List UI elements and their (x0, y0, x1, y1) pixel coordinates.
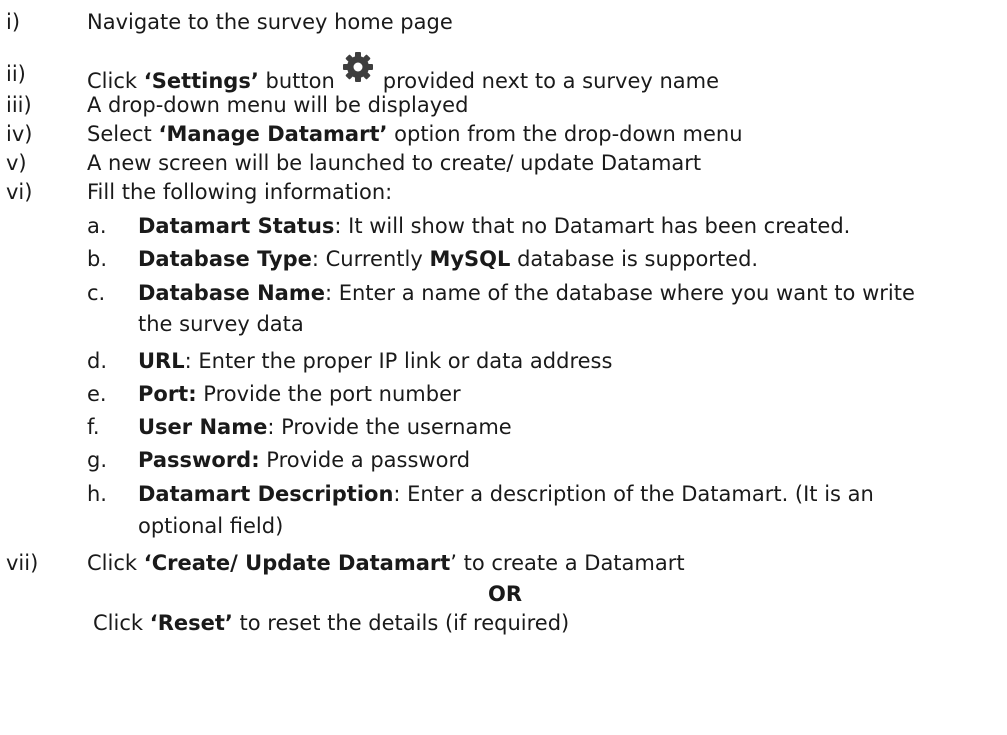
field-label: Database Type (138, 247, 312, 271)
field-desc: : Enter a name of the database where you… (324, 281, 915, 305)
field-text: Database Type: Currently MySQL database … (138, 245, 758, 273)
field-desc: Provide the port number (196, 382, 461, 406)
step-text-pre: Select (87, 122, 159, 146)
field-text: Database Name: Enter a name of the datab… (138, 279, 915, 307)
step-text-post: ’ to create a Datamart (450, 551, 685, 575)
field-label: URL (138, 349, 185, 373)
step-number: vii) (6, 551, 39, 575)
step-text-post: provided next to a survey name (382, 69, 720, 93)
field-text: Password: Provide a password (138, 446, 470, 474)
or-label: OR (488, 582, 523, 606)
field-label: Datamart Description (138, 482, 394, 506)
field-desc: : Enter a description of the Datamart. (… (393, 482, 874, 506)
field-letter: c. (87, 281, 106, 305)
or-separator: OR (488, 580, 522, 608)
field-label: Port: (138, 382, 197, 406)
field-desc: Provide a password (259, 448, 471, 472)
step-number: iii) (6, 93, 32, 117)
reset-label: ‘Reset’ (149, 611, 233, 635)
field-letter: d. (87, 349, 108, 373)
step-number: ii) (6, 62, 26, 86)
field-text: Datamart Status: It will show that no Da… (138, 212, 850, 240)
field-letter: a. (87, 214, 107, 238)
reset-text-pre: Click (93, 611, 150, 635)
field-desc: : Provide the username (267, 415, 512, 439)
field-desc-cont: optional field) (138, 514, 284, 538)
field-label: Password: (138, 448, 260, 472)
step-text-post: option from the drop-down menu (387, 122, 743, 146)
field-text: Port: Provide the port number (138, 380, 461, 408)
step-text-pre: Click (87, 69, 144, 93)
field-letter: h. (87, 482, 107, 506)
step-text: Fill the following information: (87, 180, 393, 204)
field-label: Database Name (138, 281, 325, 305)
step-text: A drop-down menu will be displayed (87, 93, 469, 117)
step-text: Navigate to the survey home page (87, 10, 453, 34)
manage-datamart-label: ‘Manage Datamart’ (158, 122, 388, 146)
field-letter: e. (87, 382, 107, 406)
field-label: Datamart Status (138, 214, 335, 238)
step-number: vi) (6, 180, 33, 204)
field-text: User Name: Provide the username (138, 413, 512, 441)
step-text-pre: Click (87, 551, 144, 575)
step-text: Click ‘Create/ Update Datamart’ to creat… (87, 549, 685, 577)
field-text: Datamart Description: Enter a descriptio… (138, 480, 874, 508)
gear-icon (341, 50, 375, 84)
reset-text-post: to reset the details (if required) (232, 611, 570, 635)
field-desc-cont: the survey data (138, 312, 304, 336)
step-number: iv) (6, 122, 33, 146)
field-desc: : Currently (311, 247, 430, 271)
step-text-mid: button (258, 69, 335, 93)
reset-instruction: Click ‘Reset’ to reset the details (if r… (93, 609, 569, 637)
field-letter: g. (87, 448, 108, 472)
mysql-label: MySQL (429, 247, 511, 271)
step-number: i) (6, 10, 21, 34)
create-update-label: ‘Create/ Update Datamart (143, 551, 451, 575)
field-letter: b. (87, 247, 108, 271)
field-label: User Name (138, 415, 268, 439)
step-text: Click ‘Settings’ button provided next to … (87, 52, 720, 95)
field-desc: : It will show that no Datamart has been… (334, 214, 851, 238)
step-text: Select ‘Manage Datamart’ option from the… (87, 120, 743, 148)
step-text: A new screen will be launched to create/… (87, 151, 702, 175)
step-number: v) (6, 151, 27, 175)
field-desc-2: database is supported. (510, 247, 759, 271)
field-letter: f. (87, 415, 100, 439)
settings-label: ‘Settings’ (143, 69, 259, 93)
field-text: URL: Enter the proper IP link or data ad… (138, 347, 612, 375)
field-desc: : Enter the proper IP link or data addre… (184, 349, 613, 373)
